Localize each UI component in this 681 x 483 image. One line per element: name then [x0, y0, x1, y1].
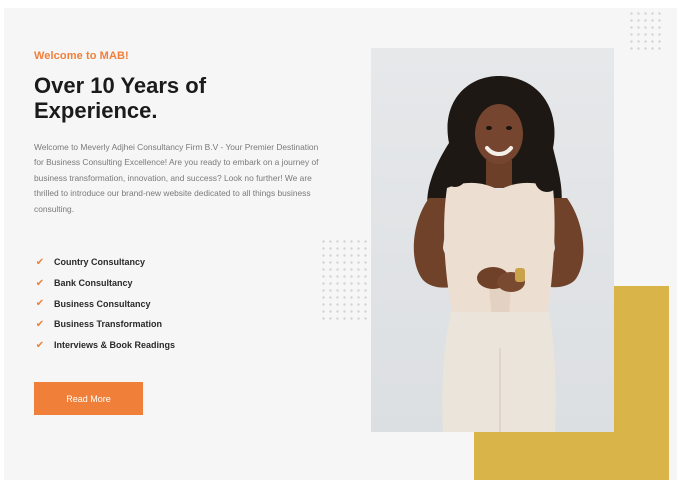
intro-paragraph: Welcome to Meverly Adjhei Consultancy Fi…: [34, 142, 319, 214]
check-icon: ✔: [35, 339, 45, 351]
check-icon: ✔: [35, 318, 45, 330]
services-list: ✔ Country Consultancy ✔ Bank Consultancy…: [34, 252, 175, 355]
hero-section: Welcome to MAB! Over 10 Years of Experie…: [4, 8, 677, 480]
headline-line-1: Over 10 Years of: [34, 73, 207, 98]
welcome-eyebrow: Welcome to MAB!: [34, 50, 129, 62]
service-label: Business Consultancy: [54, 298, 151, 309]
list-item: ✔ Business Transformation: [34, 314, 175, 335]
check-icon: ✔: [35, 277, 45, 289]
list-item: ✔ Interviews & Book Readings: [34, 335, 175, 356]
page-title: Over 10 Years of Experience.: [34, 73, 324, 123]
portrait-illustration: [413, 76, 584, 432]
read-more-button[interactable]: Read More: [34, 382, 143, 415]
portrait-photo: [371, 48, 614, 432]
service-label: Bank Consultancy: [54, 278, 133, 289]
check-icon: ✔: [35, 256, 45, 268]
dot-pattern-top: [628, 10, 662, 50]
headline-line-2: Experience.: [34, 98, 158, 123]
service-label: Country Consultancy: [54, 257, 146, 268]
list-item: ✔ Country Consultancy: [34, 252, 175, 273]
service-label: Business Transformation: [54, 319, 163, 330]
list-item: ✔ Business Consultancy: [34, 293, 175, 314]
list-item: ✔ Bank Consultancy: [34, 273, 175, 294]
dot-pattern-middle: [320, 238, 370, 322]
check-icon: ✔: [35, 298, 45, 310]
service-label: Interviews & Book Readings: [54, 340, 176, 351]
